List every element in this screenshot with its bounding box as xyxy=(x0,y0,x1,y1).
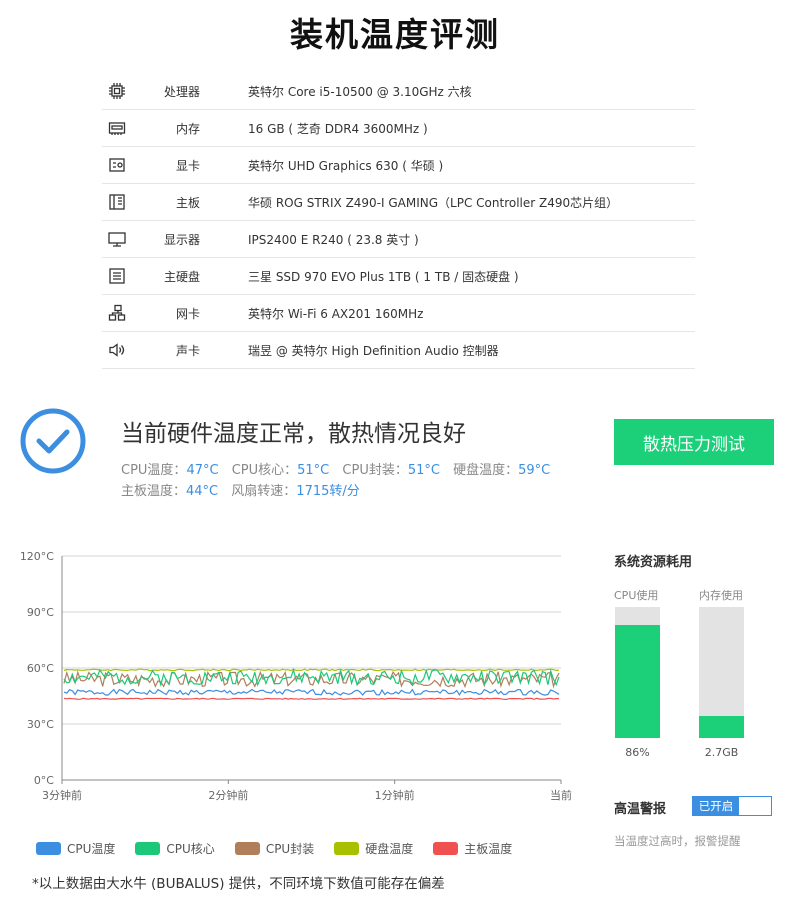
reading-label: CPU封装： xyxy=(342,463,408,478)
spec-label: 显示器 xyxy=(163,232,200,247)
spec-table: 处理器 英特尔 Core i5-10500 @ 3.10GHz 六核 内存 16… xyxy=(102,73,695,369)
speaker-icon xyxy=(108,341,126,359)
spec-row: 显示器 IPS2400 E R240 ( 23.8 英寸 ) xyxy=(102,221,695,258)
spec-row: 内存 16 GB ( 芝奇 DDR4 3600MHz ) xyxy=(102,110,695,147)
y-tick-label: 120°C xyxy=(20,550,54,563)
spec-row: 主硬盘 三星 SSD 970 EVO Plus 1TB ( 1 TB / 固态硬… xyxy=(102,258,695,295)
cpu-usage-value: 86% xyxy=(625,746,650,759)
legend-item: 硬盘温度 xyxy=(334,840,413,857)
gpu-icon xyxy=(108,156,126,174)
y-tick-label: 90°C xyxy=(27,606,54,619)
spec-value: 瑞昱 @ 英特尔 High Definition Audio 控制器 xyxy=(248,343,499,358)
motherboard-icon xyxy=(108,193,126,211)
disk-icon xyxy=(108,267,126,285)
legend-item: CPU温度 xyxy=(36,840,115,857)
reading-value: 44°C xyxy=(186,484,219,499)
legend-label: 硬盘温度 xyxy=(365,842,414,856)
spec-value: 三星 SSD 970 EVO Plus 1TB ( 1 TB / 固态硬盘 ) xyxy=(248,269,519,284)
x-tick-label: 3分钟前 xyxy=(42,788,82,802)
spec-value: 英特尔 UHD Graphics 630 ( 华硕 ) xyxy=(248,158,444,173)
spec-row: 主板 华硕 ROG STRIX Z490-I GAMING（LPC Contro… xyxy=(102,184,695,221)
spec-label: 内存 xyxy=(175,121,200,136)
cpu-usage-label: CPU使用 xyxy=(614,589,659,602)
legend-label: CPU温度 xyxy=(67,842,116,856)
spec-label: 主硬盘 xyxy=(163,269,200,284)
spec-value: 华硕 ROG STRIX Z490-I GAMING（LPC Controlle… xyxy=(248,195,619,210)
reading-value: 1715转/分 xyxy=(296,484,360,499)
legend-swatch xyxy=(433,842,459,855)
y-tick-label: 30°C xyxy=(27,718,54,731)
legend-swatch xyxy=(334,842,360,855)
legend-swatch xyxy=(36,842,61,855)
legend-label: CPU封装 xyxy=(265,842,315,856)
high-temp-alert-toggle[interactable]: 已开启 xyxy=(692,796,772,816)
temperature-chart: 120°C 90°C 60°C 30°C 0°C3分钟前 2分钟前 1分钟前 当前 xyxy=(20,550,572,802)
legend-item: CPU封装 xyxy=(234,840,315,857)
footnote: *以上数据由大水牛 (BUBALUS) 提供，不同环境下数值可能存在偏差 xyxy=(32,876,445,892)
status-readings-row: CPU温度：47°C CPU核心：51°C CPU封装：51°C 硬盘温度：59… xyxy=(121,459,559,478)
x-tick-label: 当前 xyxy=(550,788,572,802)
spec-label: 处理器 xyxy=(163,84,200,99)
reading-label: 风扇转速： xyxy=(231,484,297,499)
cpu-icon xyxy=(108,82,126,100)
check-circle-icon xyxy=(20,408,86,474)
reading-label: CPU核心： xyxy=(231,463,298,478)
memory-icon xyxy=(108,119,126,137)
spec-value: 16 GB ( 芝奇 DDR4 3600MHz ) xyxy=(248,121,428,136)
reading-value: 51°C xyxy=(297,463,330,478)
legend-swatch xyxy=(135,842,161,855)
high-temp-alert-label: 高温警报 xyxy=(614,802,667,817)
memory-usage-bar xyxy=(699,607,744,738)
stress-test-button[interactable]: 散热压力测试 xyxy=(614,419,774,465)
series-line xyxy=(63,688,560,697)
series-line xyxy=(63,668,560,672)
y-tick-label: 60°C xyxy=(27,662,54,675)
spec-row: 处理器 英特尔 Core i5-10500 @ 3.10GHz 六核 xyxy=(102,73,695,110)
legend-label: 主板温度 xyxy=(464,842,513,856)
chart-legend: CPU温度 CPU核心 CPU封装 硬盘温度 主板温度 xyxy=(36,840,532,857)
x-tick-label: 2分钟前 xyxy=(208,788,248,802)
reading-value: 59°C xyxy=(518,463,551,478)
reading-label: CPU温度： xyxy=(121,463,187,478)
legend-swatch xyxy=(234,842,260,855)
alert-note: 当温度过高时，报警提醒 xyxy=(614,834,741,848)
network-icon xyxy=(108,304,126,322)
spec-row: 显卡 英特尔 UHD Graphics 630 ( 华硕 ) xyxy=(102,147,695,184)
status-title: 当前硬件温度正常，散热情况良好 xyxy=(121,421,466,447)
legend-item: 主板温度 xyxy=(433,840,512,857)
page-title: 装机温度评测 xyxy=(290,15,500,54)
x-tick-label: 1分钟前 xyxy=(375,788,415,802)
reading-label: 硬盘温度： xyxy=(453,463,519,478)
status-readings-row: 主板温度：44°C 风扇转速：1715转/分 xyxy=(121,480,369,499)
series-line xyxy=(63,697,559,701)
resources-title: 系统资源耗用 xyxy=(614,555,693,570)
reading-label: 主板温度： xyxy=(121,484,187,499)
memory-usage-fill xyxy=(699,715,744,738)
spec-value: IPS2400 E R240 ( 23.8 英寸 ) xyxy=(248,232,419,247)
memory-usage-value: 2.7GB xyxy=(704,746,739,759)
legend-label: CPU核心 xyxy=(166,842,215,856)
spec-row: 声卡 瑞昱 @ 英特尔 High Definition Audio 控制器 xyxy=(102,332,695,369)
spec-label: 主板 xyxy=(175,195,200,210)
cpu-usage-fill xyxy=(615,625,660,738)
monitor-icon xyxy=(108,230,126,248)
legend-item: CPU核心 xyxy=(135,840,215,857)
spec-label: 声卡 xyxy=(175,343,200,358)
y-tick-label: 0°C xyxy=(34,774,54,787)
memory-usage-label: 内存使用 xyxy=(699,589,743,602)
spec-row: 网卡 英特尔 Wi-Fi 6 AX201 160MHz xyxy=(102,295,695,332)
spec-label: 网卡 xyxy=(175,306,200,321)
spec-label: 显卡 xyxy=(175,158,200,173)
toggle-on-label: 已开启 xyxy=(693,797,739,815)
reading-value: 51°C xyxy=(407,463,440,478)
reading-value: 47°C xyxy=(186,463,219,478)
cpu-usage-bar xyxy=(615,607,660,738)
spec-value: 英特尔 Wi-Fi 6 AX201 160MHz xyxy=(248,306,424,321)
spec-value: 英特尔 Core i5-10500 @ 3.10GHz 六核 xyxy=(248,84,472,99)
